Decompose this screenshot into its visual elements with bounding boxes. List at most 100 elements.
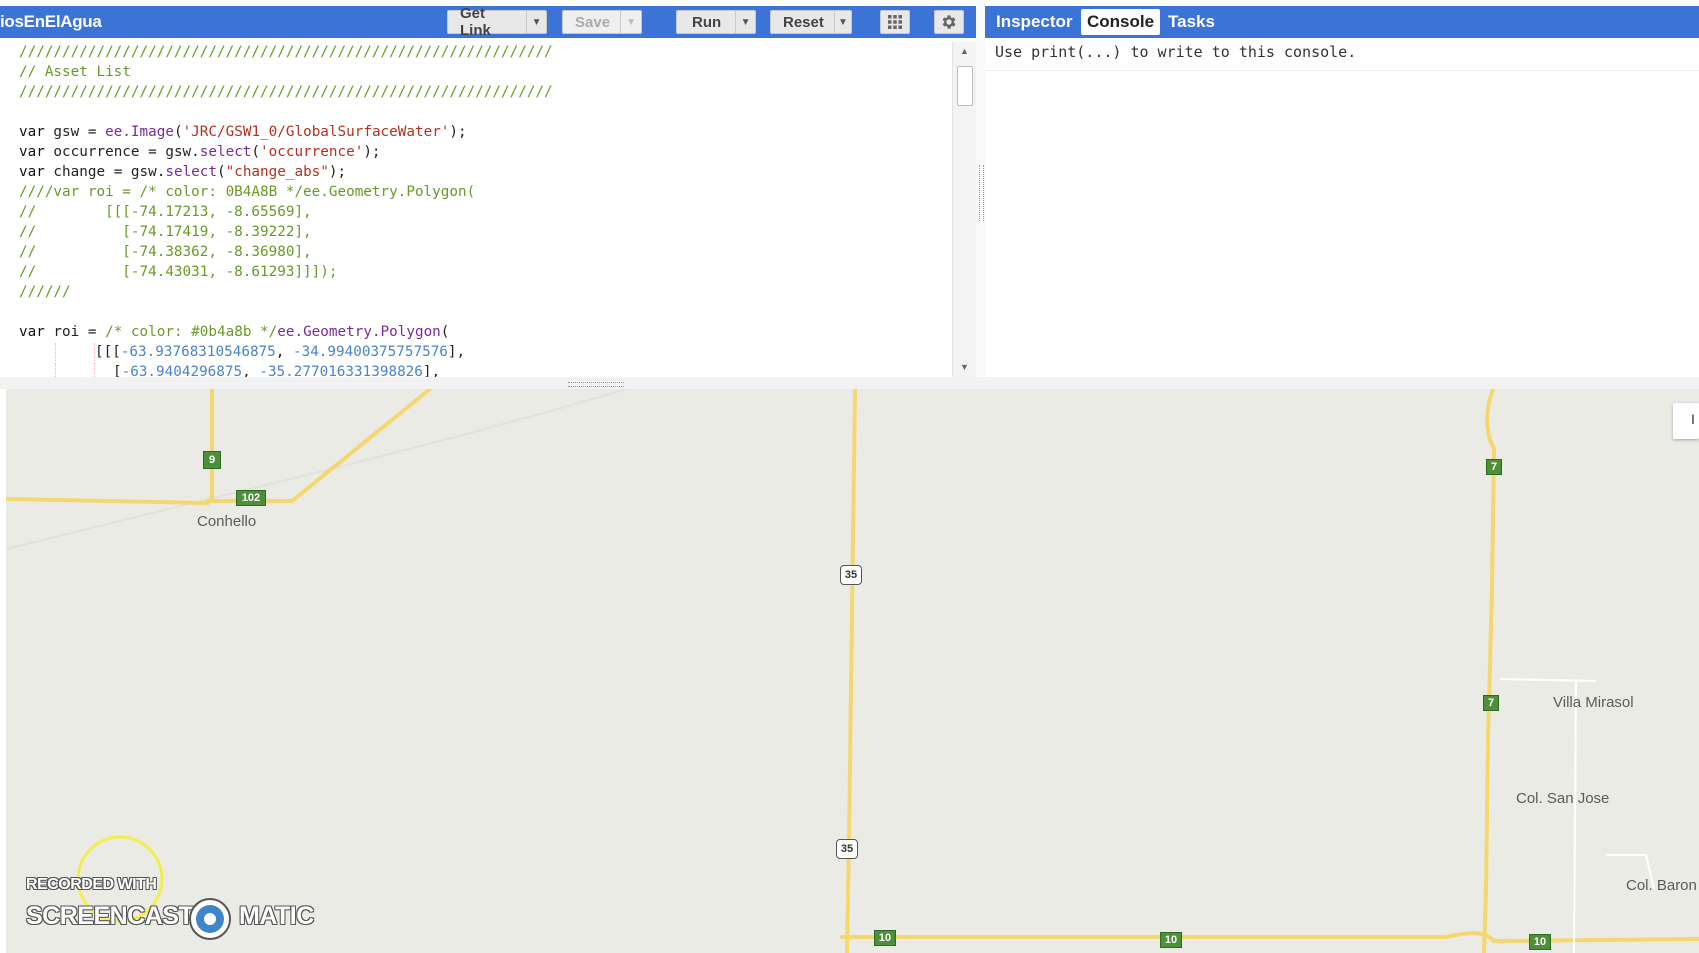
save-button[interactable]: Save ▼ [562, 10, 642, 34]
number-literal: -63.93768310546875 [120, 344, 276, 360]
keyword: var [19, 164, 45, 180]
code-editor-panel: iosEnElAgua Get Link ▼ Save ▼ Run ▼ Rese… [0, 0, 977, 385]
map-control-label: I [1691, 411, 1695, 427]
function-name: ee.Image [105, 124, 174, 140]
tab-inspector[interactable]: Inspector [990, 9, 1079, 35]
code-line: var roi = /* color: #0b4a8b */ee.Geometr… [19, 322, 449, 342]
function-name: select [165, 164, 217, 180]
map-layer-control[interactable]: I [1673, 403, 1699, 439]
settings-button[interactable] [934, 10, 964, 34]
divider [985, 70, 1699, 71]
code-line: // [-74.17419, -8.39222], [19, 224, 312, 240]
code-line: ////////////////////////////////////////… [19, 44, 553, 60]
editor-toolbar: iosEnElAgua Get Link ▼ Save ▼ Run ▼ Rese… [0, 5, 976, 39]
save-label: Save [575, 13, 611, 31]
gear-icon [942, 15, 956, 29]
scroll-up-icon[interactable]: ▲ [960, 46, 969, 56]
route-shield-10: 10 [1160, 932, 1182, 948]
right-panel: Inspector Console Tasks Use print(...) t… [985, 0, 1699, 385]
code-line: var change = gsw.select("change_abs"); [19, 162, 346, 182]
code-text: , [242, 364, 260, 377]
watermark-matic: MATIC [239, 902, 314, 930]
string-literal: 'JRC/GSW1_0/GlobalSurfaceWater' [182, 124, 450, 140]
code-text: ], [447, 344, 466, 360]
code-scrollbar[interactable]: ▲ ▼ [952, 42, 977, 377]
code-line: [-63.9404296875, -35.277016331398826], [19, 362, 440, 377]
code-line: [[[-63.93768310546875, -34.9940037575757… [19, 342, 465, 362]
code-line: // Asset List [19, 64, 131, 80]
place-label-conhello: Conhello [197, 513, 257, 530]
code-text: gsw = [44, 124, 106, 140]
keyword: var [19, 144, 45, 160]
route-shield-7: 7 [1483, 695, 1499, 711]
route-shield-35: 35 [840, 565, 862, 585]
code-text: [[[ [95, 344, 121, 360]
watermark-screencast: SCREENCAST [26, 902, 194, 930]
code-text: , [275, 344, 293, 360]
code-text: ); [328, 164, 347, 180]
apps-button[interactable] [880, 10, 910, 34]
code-line: var occurrence = gsw.select('occurrence'… [19, 142, 381, 162]
scroll-thumb[interactable] [957, 66, 973, 106]
string-literal: "change_abs" [225, 164, 329, 180]
indent-guide [56, 363, 95, 377]
run-button[interactable]: Run ▼ [676, 10, 756, 34]
get-link-button[interactable]: Get Link ▼ [447, 5, 547, 39]
horizontal-splitter[interactable] [0, 377, 1699, 389]
code-text: ); [363, 144, 381, 160]
code-text: occurrence = gsw. [44, 144, 200, 160]
indent-guide [19, 343, 56, 361]
code-text: ], [422, 364, 441, 377]
chevron-down-icon[interactable]: ▼ [833, 11, 851, 33]
console-message: Use print(...) to write to this console. [995, 43, 1357, 61]
chevron-down-icon[interactable]: ▼ [620, 11, 641, 33]
grid-icon [888, 15, 902, 29]
reset-button[interactable]: Reset ▼ [770, 10, 852, 34]
script-title[interactable]: iosEnElAgua [0, 6, 102, 38]
route-shield-9: 9 [203, 451, 221, 469]
screencast-logo-icon [189, 898, 231, 940]
place-label-villa-mirasol: Villa Mirasol [1553, 694, 1634, 711]
code-text: [ [113, 364, 122, 377]
code-text: ); [449, 124, 467, 140]
keyword: var [19, 324, 45, 340]
code-text: change = gsw. [44, 164, 166, 180]
keyword: var [19, 124, 45, 140]
splitter-grip-icon [979, 165, 984, 221]
route-shield-102: 102 [236, 490, 266, 506]
indent-guide [56, 343, 95, 361]
map-roads [6, 389, 1699, 953]
console-output: Use print(...) to write to this console. [985, 38, 1699, 385]
code-text: ( [440, 324, 450, 340]
code-text: ( [217, 164, 226, 180]
route-shield-10: 10 [1529, 934, 1551, 950]
code-text: ( [251, 144, 261, 160]
route-shield-7: 7 [1486, 459, 1502, 475]
run-label: Run [692, 13, 722, 31]
code-line: // [[[-74.17213, -8.65569], [19, 204, 312, 220]
code-line: ////var roi = /* color: 0B4A8B */ee.Geom… [19, 184, 476, 200]
tab-tasks[interactable]: Tasks [1162, 9, 1221, 35]
code-text-area[interactable]: ////////////////////////////////////////… [0, 42, 952, 377]
tab-console[interactable]: Console [1081, 9, 1161, 35]
code-text: ( [173, 124, 183, 140]
code-line: ////////////////////////////////////////… [19, 84, 553, 100]
number-literal: -34.99400375757576 [292, 344, 448, 360]
chevron-down-icon[interactable]: ▼ [735, 11, 755, 33]
map-canvas[interactable]: 9 102 35 35 7 7 10 10 10 Conhello Villa … [6, 389, 1699, 953]
get-link-label: Get Link [460, 5, 491, 39]
route-shield-10: 10 [874, 930, 896, 946]
watermark-recorded-with: RECORDED WITH [26, 876, 157, 893]
route-shield-35: 35 [836, 839, 858, 859]
function-name: select [199, 144, 252, 160]
code-line: var gsw = ee.Image('JRC/GSW1_0/GlobalSur… [19, 122, 467, 142]
number-literal: -35.277016331398826 [259, 364, 423, 377]
place-label-col-san-jose: Col. San Jose [1516, 790, 1610, 807]
string-literal: 'occurrence' [260, 144, 364, 160]
splitter-grip-icon [568, 382, 624, 387]
indent-guide [19, 363, 56, 377]
code-line: ////// [19, 284, 71, 300]
chevron-down-icon[interactable]: ▼ [526, 11, 546, 33]
vertical-splitter[interactable] [976, 0, 985, 385]
scroll-down-icon[interactable]: ▼ [960, 362, 969, 372]
